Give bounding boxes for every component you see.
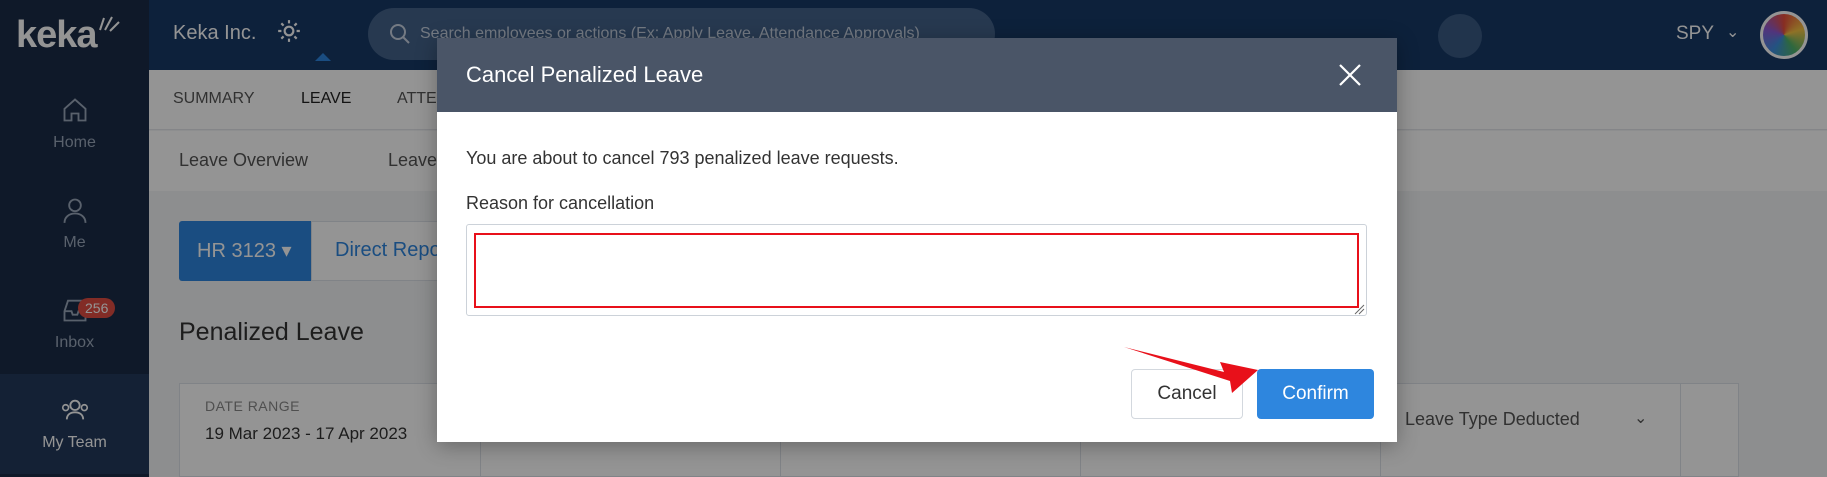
reason-label: Reason for cancellation bbox=[466, 193, 655, 213]
cancel-penalized-leave-dialog: Cancel Penalized Leave You are about to … bbox=[437, 38, 1397, 442]
reason-textarea[interactable] bbox=[467, 225, 1366, 315]
resize-grip-icon[interactable] bbox=[1353, 303, 1365, 315]
dialog-title: Cancel Penalized Leave bbox=[466, 62, 704, 87]
dialog-message: You are about to cancel 793 penalized le… bbox=[466, 148, 899, 168]
close-icon[interactable] bbox=[1335, 60, 1365, 90]
cancel-button[interactable]: Cancel bbox=[1131, 369, 1243, 419]
reason-field-container bbox=[466, 224, 1367, 316]
confirm-button[interactable]: Confirm bbox=[1257, 369, 1374, 419]
dialog-header: Cancel Penalized Leave bbox=[437, 38, 1397, 112]
